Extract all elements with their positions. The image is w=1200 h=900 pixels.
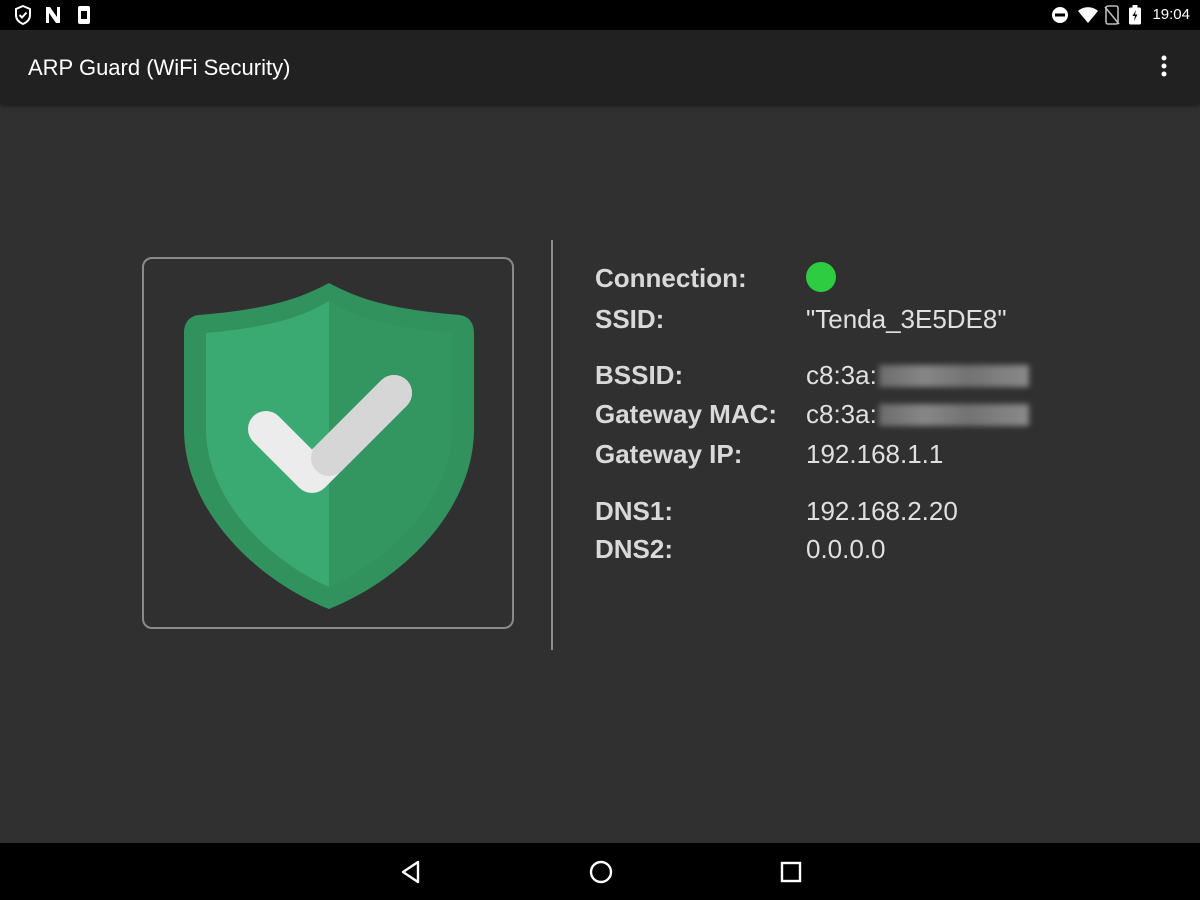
connection-status-dot: [806, 262, 836, 292]
gateway-mac-redacted: [878, 404, 1029, 426]
ssid-label: SSID:: [595, 304, 665, 334]
ssid-value: "Tenda_3E5DE8": [806, 304, 1007, 334]
status-time: 19:04: [1152, 6, 1190, 23]
wifi-icon: [1077, 5, 1099, 30]
app-bar: ARP Guard (WiFi Security): [0, 30, 1200, 104]
battery-icon: [1128, 5, 1142, 30]
dns2-label: DNS2:: [595, 534, 674, 564]
dns1-label: DNS1:: [595, 496, 674, 526]
status-bar: 19:04: [0, 0, 1200, 30]
shield-check-icon: [184, 283, 474, 609]
gateway-mac-value: c8:3a:: [806, 399, 877, 429]
gateway-mac-label: Gateway MAC:: [595, 399, 778, 429]
security-status-card: [142, 257, 514, 629]
connection-label: Connection:: [595, 263, 747, 293]
navigation-bar: [0, 843, 1200, 900]
no-sim-icon: [1104, 5, 1120, 30]
gateway-mac-value-row: c8:3a:: [806, 399, 1029, 430]
recents-icon[interactable]: [776, 857, 806, 887]
n-notification-icon: [44, 5, 62, 30]
dns2-value: 0.0.0.0: [806, 534, 886, 564]
gateway-ip-value: 192.168.1.1: [806, 439, 944, 469]
app-title: ARP Guard (WiFi Security): [28, 55, 291, 80]
back-icon[interactable]: [396, 857, 426, 887]
more-vert-icon[interactable]: [1152, 54, 1176, 80]
home-icon[interactable]: [586, 857, 616, 887]
sim-icon: [76, 5, 92, 30]
bssid-label: BSSID:: [595, 360, 684, 390]
dns1-value: 192.168.2.20: [806, 496, 958, 526]
do-not-disturb-icon: [1050, 5, 1070, 30]
bssid-redacted: [878, 365, 1029, 387]
vertical-divider: [551, 240, 553, 650]
gateway-ip-label: Gateway IP:: [595, 439, 743, 469]
shield-icon: [14, 4, 32, 30]
bssid-value: c8:3a:: [806, 360, 877, 390]
bssid-value-row: c8:3a:: [806, 360, 1029, 391]
